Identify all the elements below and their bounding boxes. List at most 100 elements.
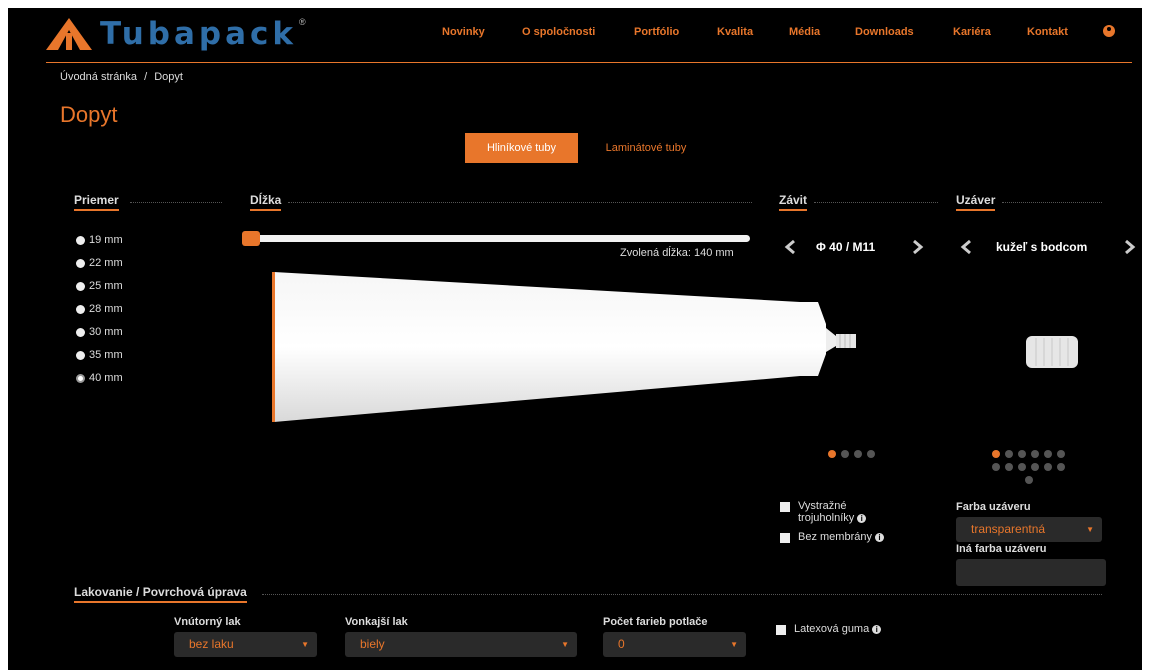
diameter-label-22: 22 mm bbox=[89, 257, 123, 269]
diameter-label-35: 35 mm bbox=[89, 349, 123, 361]
info-icon[interactable]: i bbox=[872, 624, 882, 634]
diameter-option-35[interactable]: 35 mm bbox=[76, 349, 123, 361]
tube-preview-image bbox=[272, 272, 856, 422]
radio-19[interactable] bbox=[76, 235, 85, 245]
cap-pager-dot[interactable] bbox=[1005, 463, 1013, 471]
chevron-down-icon: ▼ bbox=[1086, 525, 1094, 534]
page-frame: Tubapack ® Novinky O spoločnosti Portfól… bbox=[8, 8, 1142, 670]
section-cap: Uzáver bbox=[956, 193, 996, 211]
warning-triangles-checkbox[interactable] bbox=[780, 502, 790, 512]
outer-lacquer-value: biely bbox=[360, 637, 385, 651]
thread-pager-dot[interactable] bbox=[828, 450, 836, 458]
inner-lacquer-select[interactable]: bez laku ▼ bbox=[174, 632, 317, 657]
cap-pager-dot[interactable] bbox=[992, 463, 1000, 471]
tab-laminate-tubes[interactable]: Laminátové tuby bbox=[586, 133, 706, 163]
diameter-label-30: 30 mm bbox=[89, 326, 123, 338]
breadcrumb-current: Dopyt bbox=[154, 71, 183, 83]
diameter-label-19: 19 mm bbox=[89, 234, 123, 246]
length-slider-track[interactable] bbox=[242, 235, 750, 242]
section-lacquer: Lakovanie / Povrchová úprava bbox=[74, 585, 247, 603]
cap-color-label: Farba uzáveru bbox=[956, 501, 1031, 513]
nav-item-downloads[interactable]: Downloads bbox=[855, 26, 914, 38]
outer-lacquer-label: Vonkajší lak bbox=[345, 616, 408, 628]
diameter-label-25: 25 mm bbox=[89, 280, 123, 292]
breadcrumb: Úvodná stránka / Dopyt bbox=[60, 71, 187, 83]
other-cap-color-label: Iná farba uzáveru bbox=[956, 543, 1047, 555]
header: Tubapack ® Novinky O spoločnosti Portfól… bbox=[8, 8, 1142, 62]
cap-preview-image bbox=[1026, 336, 1078, 368]
chevron-down-icon: ▼ bbox=[561, 640, 569, 649]
section-diameter-rule bbox=[130, 202, 222, 203]
nav-item-media[interactable]: Média bbox=[789, 26, 820, 38]
cap-pager-dot[interactable] bbox=[1031, 450, 1039, 458]
cap-pager-dot[interactable] bbox=[1031, 463, 1039, 471]
radio-30[interactable] bbox=[76, 327, 85, 337]
radio-22[interactable] bbox=[76, 258, 85, 268]
diameter-option-40[interactable]: 40 mm bbox=[76, 372, 123, 384]
option-warning-triangles[interactable]: Vystražné trojuholníky i bbox=[780, 500, 900, 524]
option-no-membrane[interactable]: Bez membrány i bbox=[780, 531, 884, 543]
info-icon[interactable]: i bbox=[857, 513, 867, 523]
section-length: Dĺžka bbox=[250, 193, 282, 211]
thread-pager-dot[interactable] bbox=[867, 450, 875, 458]
diameter-option-25[interactable]: 25 mm bbox=[76, 280, 123, 292]
cap-pager-dot[interactable] bbox=[1018, 463, 1026, 471]
radio-28[interactable] bbox=[76, 304, 85, 314]
option-latex[interactable]: Latexová guma i bbox=[776, 623, 882, 635]
header-divider bbox=[46, 62, 1132, 63]
logo-text: Tubapack bbox=[100, 16, 298, 52]
nav-item-o-spolocnosti[interactable]: O spoločnosti bbox=[522, 26, 595, 38]
page-title: Dopyt bbox=[60, 102, 118, 127]
logo-registered: ® bbox=[299, 17, 306, 27]
cap-next-arrow-icon[interactable] bbox=[1120, 238, 1138, 256]
logo[interactable]: Tubapack ® bbox=[44, 14, 306, 54]
inner-lacquer-label: Vnútorný lak bbox=[174, 616, 241, 628]
nav-item-portfolio[interactable]: Portfólio bbox=[634, 26, 679, 38]
nav-item-kariera[interactable]: Kariéra bbox=[953, 26, 991, 38]
cap-pager-dot[interactable] bbox=[992, 450, 1000, 458]
cap-color-value: transparentná bbox=[971, 522, 1046, 536]
thread-prev-arrow-icon[interactable] bbox=[782, 238, 800, 256]
info-icon[interactable]: i bbox=[874, 532, 884, 542]
cap-color-select[interactable]: transparentná ▼ bbox=[956, 517, 1102, 542]
outer-lacquer-select[interactable]: biely ▼ bbox=[345, 632, 577, 657]
radio-25[interactable] bbox=[76, 281, 85, 291]
no-membrane-checkbox[interactable] bbox=[780, 533, 790, 543]
latex-text: Latexová guma i bbox=[794, 623, 882, 635]
diameter-option-19[interactable]: 19 mm bbox=[76, 234, 123, 246]
user-icon[interactable] bbox=[1103, 25, 1115, 37]
nav-item-novinky[interactable]: Novinky bbox=[442, 26, 485, 38]
diameter-label-40: 40 mm bbox=[89, 372, 123, 384]
diameter-option-28[interactable]: 28 mm bbox=[76, 303, 123, 315]
cap-pager-dot[interactable] bbox=[1057, 463, 1065, 471]
section-cap-label: Uzáver bbox=[956, 193, 996, 211]
latex-label: Latexová guma bbox=[794, 623, 870, 635]
tab-aluminum-tubes[interactable]: Hliníkové tuby bbox=[465, 133, 578, 163]
latex-checkbox[interactable] bbox=[776, 625, 786, 635]
length-slider-handle[interactable] bbox=[242, 231, 260, 246]
thread-next-arrow-icon[interactable] bbox=[908, 238, 926, 256]
other-cap-color-input[interactable] bbox=[956, 559, 1106, 586]
cap-pager-dot[interactable] bbox=[1044, 450, 1052, 458]
thread-value: Φ 40 / M11 bbox=[816, 240, 876, 254]
print-colors-value: 0 bbox=[618, 637, 625, 651]
radio-35[interactable] bbox=[76, 350, 85, 360]
cap-pager-dot[interactable] bbox=[1005, 450, 1013, 458]
length-selected-note: Zvolená dĺžka: 140 mm bbox=[620, 247, 734, 259]
cap-pager-dot[interactable] bbox=[1044, 463, 1052, 471]
inner-lacquer-value: bez laku bbox=[189, 637, 234, 651]
thread-pager-dot[interactable] bbox=[854, 450, 862, 458]
cap-pager-dot[interactable] bbox=[1018, 450, 1026, 458]
cap-pager-dot[interactable] bbox=[1057, 450, 1065, 458]
breadcrumb-home[interactable]: Úvodná stránka bbox=[60, 71, 137, 83]
nav-item-kontakt[interactable]: Kontakt bbox=[1027, 26, 1068, 38]
print-colors-select[interactable]: 0 ▼ bbox=[603, 632, 746, 657]
diameter-option-22[interactable]: 22 mm bbox=[76, 257, 123, 269]
section-cap-rule bbox=[1002, 202, 1102, 203]
diameter-option-30[interactable]: 30 mm bbox=[76, 326, 123, 338]
nav-item-kvalita[interactable]: Kvalita bbox=[717, 26, 753, 38]
cap-prev-arrow-icon[interactable] bbox=[958, 238, 976, 256]
radio-40-selected[interactable] bbox=[76, 373, 85, 383]
cap-pager-dot[interactable] bbox=[1025, 476, 1033, 484]
thread-pager-dot[interactable] bbox=[841, 450, 849, 458]
